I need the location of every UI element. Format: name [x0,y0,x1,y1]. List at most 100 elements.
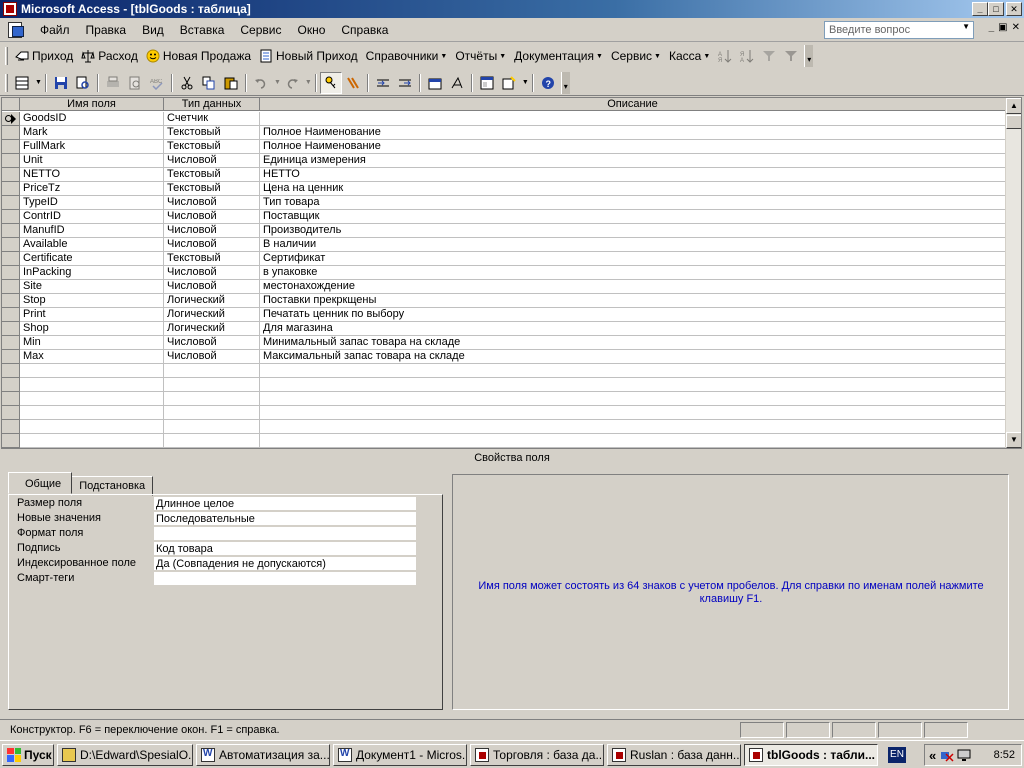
description-cell[interactable]: Для магазина [260,322,1006,336]
data-type-cell[interactable] [164,378,260,392]
row-selector[interactable] [2,210,20,224]
table-row[interactable]: Print Логический Печатать ценник по выбору [2,308,1006,322]
data-type-cell[interactable] [164,434,260,448]
description-cell[interactable]: в упаковке [260,266,1006,280]
field-name-cell[interactable]: ManufID [20,224,164,238]
field-name-cell[interactable]: Mark [20,126,164,140]
start-button[interactable]: Пуск [2,743,54,766]
description-cell[interactable]: Минимальный запас товара на складе [260,336,1006,350]
monitor-icon[interactable] [957,748,971,762]
chevron-down-icon[interactable]: ▼ [274,79,281,86]
data-type-cell[interactable] [164,406,260,420]
maximize-button[interactable]: □ [988,2,1004,16]
data-type-cell[interactable]: Текстовый [164,168,260,182]
data-type-cell[interactable]: Числовой [164,224,260,238]
row-selector[interactable] [2,238,20,252]
toolbar-grip[interactable] [5,47,8,65]
table-row[interactable]: Min Числовой Минимальный запас товара на с… [2,336,1006,350]
description-cell[interactable]: Тип товара [260,196,1006,210]
taskbar-task-button[interactable]: D:\Edward\SpesialO... [57,743,193,766]
data-type-cell[interactable]: Числовой [164,154,260,168]
delete-rows-icon[interactable] [394,72,416,94]
row-selector[interactable] [2,322,20,336]
row-selector[interactable] [2,294,20,308]
minimize-button[interactable]: _ [972,2,988,16]
field-name-cell[interactable]: PriceTz [20,182,164,196]
property-value-field[interactable]: Последовательные [154,511,416,526]
save-icon[interactable] [50,72,72,94]
toolbar-options-button[interactable]: ▾ [804,45,814,67]
row-selector[interactable] [2,350,20,364]
field-name-cell[interactable]: InPacking [20,266,164,280]
table-row[interactable]: NETTO Текстовый НЕТТО [2,168,1006,182]
chevron-down-icon[interactable]: ▼ [522,79,529,86]
row-selector[interactable] [2,224,20,238]
field-name-cell[interactable] [20,406,164,420]
tab-general[interactable]: Общие [8,472,73,494]
field-name-cell[interactable]: Site [20,280,164,294]
data-type-cell[interactable]: Текстовый [164,182,260,196]
new-object-icon[interactable] [498,72,520,94]
redo-icon[interactable] [281,72,303,94]
help-icon[interactable]: ? [537,72,559,94]
row-selector[interactable] [2,308,20,322]
data-type-cell[interactable]: Числовой [164,280,260,294]
empty-table-row[interactable] [2,364,1006,378]
indexes-icon[interactable] [342,72,364,94]
property-value-field[interactable]: Код товара [154,541,416,556]
cut-icon[interactable] [176,72,198,94]
description-cell[interactable]: Сертификат [260,252,1006,266]
search-file-icon[interactable] [72,72,94,94]
row-selector[interactable] [2,154,20,168]
toolbar-button-5[interactable]: Справочники ▼ [362,45,452,67]
row-selector[interactable] [2,420,20,434]
description-cell[interactable] [260,364,1006,378]
network-icon[interactable] [940,748,954,762]
toolbar-button-9[interactable]: Касса ▼ [665,45,714,67]
field-name-cell[interactable]: Min [20,336,164,350]
empty-table-row[interactable] [2,434,1006,448]
toolbar-button-7[interactable]: Документация ▼ [510,45,607,67]
row-selector[interactable] [2,434,20,448]
description-cell[interactable] [260,392,1006,406]
row-selector[interactable] [2,112,20,126]
toolbar-button-8[interactable]: Сервис ▼ [607,45,665,67]
table-doc-icon[interactable] [6,20,26,40]
data-type-cell[interactable]: Текстовый [164,126,260,140]
paste-icon[interactable] [220,72,242,94]
description-cell[interactable]: Полное Наименование [260,140,1006,154]
clock[interactable]: 8:52 [994,749,1015,761]
taskbar-task-button[interactable]: Автоматизация за... [196,743,330,766]
field-name-cell[interactable]: Shop [20,322,164,336]
toolbar-button-4[interactable]: Новый Приход [255,45,362,67]
row-selector[interactable] [2,336,20,350]
field-name-cell[interactable]: NETTO [20,168,164,182]
data-type-cell[interactable]: Числовой [164,350,260,364]
table-row[interactable]: Stop Логический Поставки прекркщены [2,294,1006,308]
field-name-cell[interactable]: Max [20,350,164,364]
tab-lookup[interactable]: Подстановка [71,476,154,496]
sort-descending-icon[interactable]: ЯA [736,45,758,67]
row-selector[interactable] [2,196,20,210]
taskbar-task-button[interactable]: tblGoods : табли... [744,743,878,766]
menu-item[interactable]: Правка [78,19,135,41]
data-type-cell[interactable]: Текстовый [164,252,260,266]
menu-item[interactable]: Вид [134,19,172,41]
row-selector[interactable] [2,378,20,392]
tray-expand-icon[interactable]: « [929,748,936,763]
taskbar-task-button[interactable]: Документ1 - Micros... [333,743,467,766]
scroll-up-button[interactable]: ▲ [1006,98,1021,114]
primary-key-icon[interactable] [319,71,342,94]
field-name-cell[interactable] [20,378,164,392]
toolbar-grip[interactable] [5,73,8,92]
data-type-cell[interactable]: Числовой [164,196,260,210]
row-selector-header[interactable] [2,98,20,110]
field-name-cell[interactable] [20,420,164,434]
data-type-cell[interactable]: Текстовый [164,140,260,154]
description-cell[interactable] [260,378,1006,392]
table-row[interactable]: ManufID Числовой Производитель [2,224,1006,238]
field-name-cell[interactable]: Unit [20,154,164,168]
taskbar-task-button[interactable]: Ruslan : база данн... [607,743,741,766]
empty-table-row[interactable] [2,420,1006,434]
description-cell[interactable]: Поставки прекркщены [260,294,1006,308]
